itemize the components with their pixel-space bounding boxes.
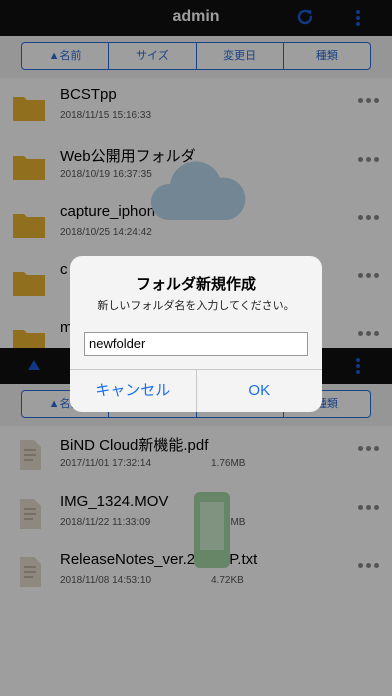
dialog-title: フォルダ新規作成 <box>135 276 256 293</box>
dialog-buttons: キャンセル OK <box>70 369 322 412</box>
new-folder-dialog: フォルダ新規作成 新しいフォルダ名を入力してください。 newfolder キャ… <box>70 256 322 412</box>
file-browser-screen: admin ▲名前 サイズ 変更日 種類 BCSTpp 2018/11/15 1… <box>0 0 392 696</box>
ok-button[interactable]: OK <box>197 370 323 412</box>
cancel-button[interactable]: キャンセル <box>70 370 197 412</box>
folder-name-input[interactable]: newfolder <box>84 332 308 356</box>
dialog-message: 新しいフォルダ名を入力してください。 <box>97 300 295 312</box>
